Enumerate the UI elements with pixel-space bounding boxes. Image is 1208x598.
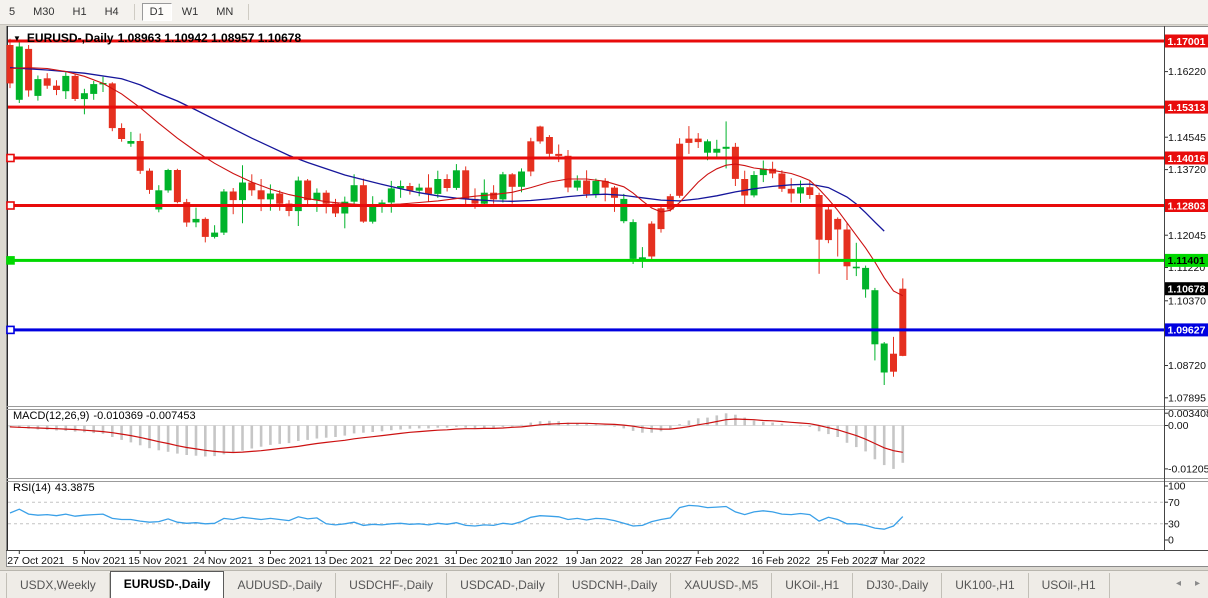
tab-xauusd-m5[interactable]: XAUUSD-,M5 [671,573,772,598]
svg-text:7 Mar 2022: 7 Mar 2022 [872,555,925,567]
tab-uk100-h1[interactable]: UK100-,H1 [942,573,1028,598]
tab-ukoil-h1[interactable]: UKOil-,H1 [772,573,853,598]
chart-window: 1.162201.145451.137201.120451.112201.103… [0,26,1208,568]
macd-name: MACD(12,26,9) [13,410,89,422]
svg-text:28 Jan 2022: 28 Jan 2022 [630,555,688,567]
svg-text:25 Feb 2022: 25 Feb 2022 [816,555,875,567]
svg-text:22 Dec 2021: 22 Dec 2021 [379,555,439,567]
tab-scroll-left-icon[interactable]: ◂ [1176,578,1181,589]
macd-indicator-label: MACD(12,26,9) -0.010369 -0.007453 [13,410,196,422]
tab-scroll-right-icon[interactable]: ▸ [1195,578,1200,589]
svg-text:19 Jan 2022: 19 Jan 2022 [565,555,623,567]
rsi-name: RSI(14) [13,482,51,494]
timeframe-button-d1[interactable]: D1 [142,3,172,21]
chart-canvas[interactable]: 1.162201.145451.137201.120451.112201.103… [0,26,1208,568]
svg-text:100: 100 [1168,481,1186,493]
svg-text:30: 30 [1168,518,1180,530]
svg-text:27 Oct 2021: 27 Oct 2021 [7,555,64,567]
svg-text:1.13720: 1.13720 [1168,164,1206,176]
svg-text:1.15313: 1.15313 [1168,102,1206,114]
chart-title: ▼ EURUSD-,Daily 1.08963 1.10942 1.08957 1.… [13,31,301,45]
svg-text:15 Nov 2021: 15 Nov 2021 [128,555,188,567]
timeframe-button-mn[interactable]: MN [208,3,241,21]
svg-text:1.12045: 1.12045 [1168,230,1206,242]
chart-ohlc-values: 1.08963 1.10942 1.08957 1.10678 [118,31,302,45]
toolbar-separator [134,4,135,20]
svg-text:10 Jan 2022: 10 Jan 2022 [500,555,558,567]
svg-text:0: 0 [1168,535,1174,547]
tab-usdx-weekly[interactable]: USDX,Weekly [6,573,110,598]
svg-text:1.14545: 1.14545 [1168,132,1206,144]
timeframe-toolbar: 5 M30 H1 H4 D1 W1 MN [0,0,1208,25]
svg-text:1.16220: 1.16220 [1168,66,1206,78]
timeframe-button-h1[interactable]: H1 [65,3,95,21]
svg-text:3 Dec 2021: 3 Dec 2021 [258,555,312,567]
chart-symbol-label: EURUSD-,Daily [27,31,114,45]
tab-usdcnh-daily[interactable]: USDCNH-,Daily [559,573,671,598]
svg-text:7 Feb 2022: 7 Feb 2022 [686,555,739,567]
timeframe-button-w1[interactable]: W1 [174,3,207,21]
toolbar-separator [248,4,249,20]
timeframe-button-h4[interactable]: H4 [97,3,127,21]
macd-values: -0.010369 -0.007453 [93,410,195,422]
tab-usoil-h1[interactable]: USOil-,H1 [1029,573,1110,598]
tab-scroll-buttons: ◂ ▸ [1176,578,1200,589]
tab-dj30-daily[interactable]: DJ30-,Daily [853,573,942,598]
tab-usdchf-daily[interactable]: USDCHF-,Daily [336,573,447,598]
svg-text:1.08720: 1.08720 [1168,360,1206,372]
svg-text:1.12803: 1.12803 [1168,200,1206,212]
svg-text:24 Nov 2021: 24 Nov 2021 [193,555,253,567]
tab-audusd-daily[interactable]: AUDUSD-,Daily [224,573,336,598]
tab-eurusd-daily[interactable]: EURUSD-,Daily [110,571,225,598]
chart-tabbar: USDX,Weekly EURUSD-,Daily AUDUSD-,Daily … [0,570,1208,598]
svg-text:16 Feb 2022: 16 Feb 2022 [751,555,810,567]
rsi-value: 43.3875 [55,482,95,494]
svg-text:1.14016: 1.14016 [1168,153,1206,165]
svg-text:-0.012054: -0.012054 [1168,464,1208,476]
timeframe-button-m5[interactable]: 5 [1,3,23,21]
tab-usdcad-daily[interactable]: USDCAD-,Daily [447,573,559,598]
svg-text:1.10370: 1.10370 [1168,295,1206,307]
chart-dropdown-icon[interactable]: ▼ [13,34,21,43]
svg-text:1.09627: 1.09627 [1168,325,1206,337]
svg-text:1.07895: 1.07895 [1168,392,1206,404]
svg-text:1.11401: 1.11401 [1168,255,1206,267]
svg-text:5 Nov 2021: 5 Nov 2021 [72,555,126,567]
svg-text:31 Dec 2021: 31 Dec 2021 [444,555,504,567]
svg-text:0.00: 0.00 [1168,420,1189,432]
svg-text:1.10678: 1.10678 [1168,284,1206,296]
svg-text:1.17001: 1.17001 [1168,36,1206,48]
svg-text:0.003408: 0.003408 [1168,408,1208,420]
rsi-indicator-label: RSI(14) 43.3875 [13,482,95,494]
svg-text:13 Dec 2021: 13 Dec 2021 [314,555,374,567]
svg-text:70: 70 [1168,497,1180,509]
mt4-window: { "toolbar": { "items": ["5","M30","H1",… [0,0,1208,598]
timeframe-button-m30[interactable]: M30 [25,3,62,21]
